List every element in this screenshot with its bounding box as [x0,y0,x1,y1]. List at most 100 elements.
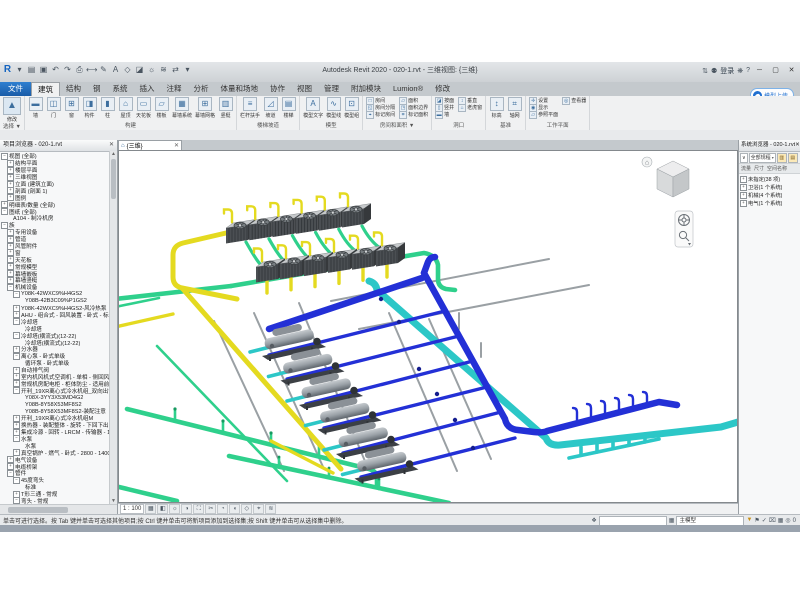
sysb-row[interactable]: +电气(1 个系统) [739,199,800,207]
ribbon-panel-label[interactable]: 房间和面积 ▼ [365,122,429,130]
tree-item[interactable]: +集成冷源 - 回转 - LRCM - 传输器 - 100-175-Ch [1,429,117,436]
project-browser-close-icon[interactable]: ✕ [109,140,114,151]
sysb-column-空间名称[interactable]: 空间名称 [767,165,787,172]
autofit-icon[interactable]: ▥ [777,153,787,163]
ribbon-tab-视图[interactable]: 视图 [291,82,318,95]
sysb-row[interactable]: +未指定(38 项) [739,175,800,183]
tree-expander-icon[interactable]: − [13,332,20,339]
user-icon[interactable]: ⚉ [711,67,717,75]
ribbon-button-参照平面[interactable]: ▱参照平面 [528,111,559,119]
status-icon-2[interactable]: ✓ [762,517,767,524]
ribbon-tab-建筑[interactable]: 建筑 [31,82,60,96]
tree-expander-icon[interactable]: − [13,318,20,325]
navigation-bar[interactable] [675,211,693,247]
ribbon-button-模型文字[interactable]: A模型文字 [302,97,324,119]
ribbon-button-老虎窗[interactable]: ⌂老虎窗 [457,104,483,112]
ribbon-panel-label[interactable]: 基准 [488,122,523,130]
ribbon-tab-Lumion®[interactable]: Lumion® [387,82,429,95]
maximize-button[interactable]: ▢ [769,64,782,77]
tree-item[interactable]: 循环泵 - 卧式单级 [1,360,117,367]
sysb-column-尺寸[interactable]: 尺寸 [754,165,764,172]
sysb-row[interactable]: +卫浴(1 个系统) [739,183,800,191]
tree-item[interactable]: +T形三通 - 常规 [1,491,117,498]
ribbon-button-坡道[interactable]: ◿坡道 [262,97,279,119]
ribbon-button-窗[interactable]: ⊞窗 [63,97,80,119]
view-control-icon-10[interactable]: ≋ [265,504,276,514]
close-button[interactable]: ✕ [785,64,798,77]
design-option-select[interactable]: 主模型 [676,516,744,526]
system-browser-header[interactable]: 系统浏览器 - 020-1.rvt ✕ [739,140,800,152]
section-icon[interactable]: ◪ [134,64,145,76]
worksets-icon[interactable]: ❖ [591,517,596,524]
ribbon-button-幕墙网格[interactable]: ⊞幕墙网格 [194,97,216,119]
view-control-icon-9[interactable]: ⌖ [253,504,264,514]
ribbon-tab-系统[interactable]: 系统 [107,82,134,95]
sun-icon[interactable]: ☼ [146,64,157,76]
system-browser-close-icon[interactable]: ✕ [795,140,800,151]
status-icon-3[interactable]: ⌧ [769,517,776,524]
view-dropdown[interactable]: ∨ [740,153,748,163]
tree-expander-icon[interactable]: − [13,477,20,484]
tree-expander-icon[interactable]: − [13,387,20,394]
view-control-icon-6[interactable]: ◔ [217,504,228,514]
ribbon-panel-label[interactable]: 构建 [27,122,234,130]
columns-icon[interactable]: ▤ [788,153,798,163]
revit-logo-icon[interactable]: R [2,64,13,76]
ribbon-button-墙[interactable]: ▬墙 [27,97,44,119]
measure-icon[interactable]: ⟷ [86,64,97,76]
project-browser-header[interactable]: 项目浏览器 - 020-1.rvt ✕ [0,140,117,152]
project-browser-vscrollbar[interactable]: ▲▼ [109,151,117,505]
tree-expander-icon[interactable]: + [740,176,747,183]
view-control-icon-7[interactable]: ◖ [229,504,240,514]
ribbon-button-屋顶[interactable]: ⌂屋顶 [117,97,134,119]
view-tab-close-icon[interactable]: ✕ [174,142,179,149]
save-icon[interactable]: ▣ [38,64,49,76]
ribbon-button-墙[interactable]: ▬墙 [434,111,455,119]
status-icon-1[interactable]: ⚑ [754,517,759,524]
tree-item[interactable]: A104 - 制冷机房 [1,215,117,222]
tree-expander-icon[interactable]: + [740,184,747,191]
ribbon-panel-label[interactable]: 模型 [302,122,360,130]
tree-item[interactable]: 冷却塔(横流式)(12-22) [1,339,117,346]
tree-item[interactable]: −管件 [1,470,117,477]
ribbon-button-天花板[interactable]: ▭天花板 [135,97,152,119]
text-icon[interactable]: A [110,64,121,76]
discipline-dropdown[interactable]: 全部规程▾ [749,153,776,163]
status-icon-5[interactable]: ◎ [785,517,790,524]
view-control-icon-4[interactable]: ⛶ [193,504,204,514]
ribbon-panel-label[interactable]: 工作平面 [528,122,587,130]
tree-expander-icon[interactable]: + [740,200,747,207]
view-control-icon-5[interactable]: ✂ [205,504,216,514]
ribbon-button-栏杆扶手[interactable]: ≡栏杆扶手 [239,97,261,119]
viewcube[interactable]: ⌂ [642,157,689,197]
view-control-icon-8[interactable]: ◇ [241,504,252,514]
ribbon-tab-插入[interactable]: 插入 [134,82,161,95]
tree-item[interactable]: −45度弯头 [1,477,117,484]
scale-button[interactable]: 1 : 100 [120,504,144,514]
dimension-icon[interactable]: ✎ [98,64,109,76]
tree-item[interactable]: 标准 [1,484,117,491]
3d-model-canvas[interactable]: ⌂ [118,150,738,503]
tree-item[interactable]: −冷却塔 [1,318,117,325]
tree-expander-icon[interactable]: − [13,435,20,442]
view-control-icon-0[interactable]: ▦ [145,504,156,514]
tree-item[interactable]: −水泵 [1,436,117,443]
view-control-icon-1[interactable]: ◧ [157,504,168,514]
ribbon-tab-体量和场地[interactable]: 体量和场地 [215,82,265,95]
ribbon-tab-协作[interactable]: 协作 [264,82,291,95]
a360-sync-icon[interactable]: ⇅ [702,67,708,75]
help-icon[interactable]: ? [746,67,750,74]
sign-in-button[interactable]: 登录 [720,66,734,76]
ribbon-tab-分析[interactable]: 分析 [188,82,215,95]
customize-arrow-icon[interactable]: ▾ [182,64,193,76]
ribbon-button-柱[interactable]: ▮柱 [99,97,116,119]
sysb-row[interactable]: +机械(4 个系统) [739,191,800,199]
tree-item[interactable]: Y08X-3YY3X53MD4G2 [1,394,117,401]
ribbon-button-幕墙系统[interactable]: ▦幕墙系统 [171,97,193,119]
tree-expander-icon[interactable]: − [1,208,8,215]
minimize-button[interactable]: ─ [753,64,766,77]
switch-window-icon[interactable]: ⇄ [170,64,181,76]
ribbon-button-模型线[interactable]: ∿模型线 [325,97,342,119]
ribbon-panel-label[interactable]: 楼梯坡道 [239,122,297,130]
ribbon-button-修改[interactable]: ▲修改 [2,97,22,123]
